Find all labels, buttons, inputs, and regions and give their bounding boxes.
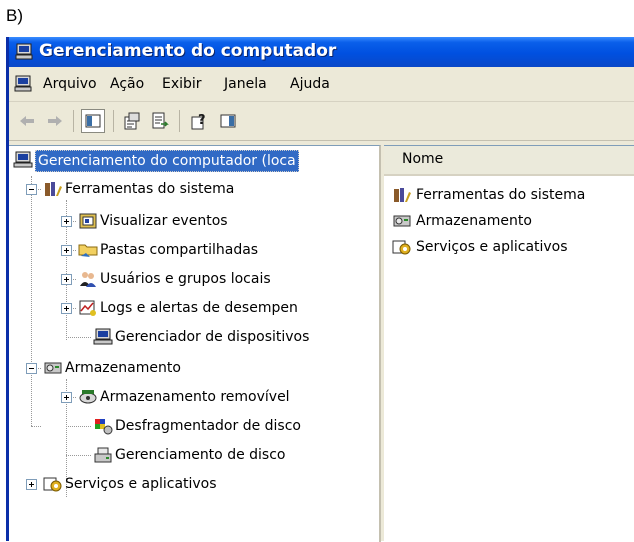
expand-toggle[interactable]: [61, 216, 72, 227]
window-title: Gerenciamento do computador: [39, 41, 337, 61]
computer-icon[interactable]: [14, 75, 32, 93]
tree-item-label: Ferramentas do sistema: [65, 181, 235, 197]
event-viewer-icon: [79, 213, 97, 229]
list-item-label: Serviços e aplicativos: [416, 239, 568, 255]
tree-item-label: Armazenamento: [65, 360, 181, 376]
column-header-name[interactable]: Nome: [384, 146, 634, 176]
shared-folder-icon: [78, 244, 98, 257]
show-hide-action-pane-icon[interactable]: [218, 111, 238, 131]
toolbar-separator: [179, 110, 180, 132]
list-item-label: Ferramentas do sistema: [416, 187, 586, 203]
expand-toggle[interactable]: [61, 303, 72, 314]
services-icon: [392, 240, 411, 255]
collapse-toggle[interactable]: [26, 363, 37, 374]
back-icon[interactable]: [17, 111, 37, 131]
tree-item-label: Gerenciador de dispositivos: [115, 329, 310, 345]
tree-item-label: Logs e alertas de desempen: [100, 300, 298, 316]
toolbar-separator: [113, 110, 114, 132]
tree-item-label: Gerenciamento de disco: [115, 447, 286, 463]
expand-toggle[interactable]: [61, 392, 72, 403]
storage-icon: [393, 215, 411, 227]
tree-item-label: Pastas compartilhadas: [100, 242, 259, 258]
toolbar: ?: [9, 102, 634, 141]
menu-exibir[interactable]: Exibir: [162, 76, 202, 92]
properties-icon[interactable]: [122, 111, 142, 131]
menu-acao[interactable]: Ação: [110, 76, 144, 92]
defragmenter-icon: [95, 419, 113, 435]
collapse-toggle[interactable]: [26, 184, 37, 195]
computer-icon: [15, 43, 33, 60]
computer-icon: [13, 151, 33, 168]
toolbar-separator: [73, 110, 74, 132]
tree-root-label: Gerenciamento do computador (loca: [35, 150, 299, 172]
figure-label: B): [6, 6, 23, 25]
storage-icon: [44, 362, 62, 374]
users-icon: [80, 272, 96, 287]
removable-storage-icon: [79, 390, 97, 404]
menu-arquivo[interactable]: Arquivo: [43, 76, 97, 92]
title-bar[interactable]: Gerenciamento do computador: [9, 37, 634, 67]
services-icon: [43, 477, 62, 492]
export-list-icon[interactable]: [150, 111, 170, 131]
tools-icon: [45, 182, 62, 196]
forward-icon[interactable]: [45, 111, 65, 131]
mmc-window: Gerenciamento do computador Arquivo Ação…: [6, 37, 634, 542]
list-item-label: Armazenamento: [416, 213, 532, 229]
tree-item-label: Armazenamento removível: [100, 389, 290, 405]
tree-item-label: Usuários e grupos locais: [100, 271, 271, 287]
performance-logs-icon: [79, 300, 96, 316]
menu-janela[interactable]: Janela: [224, 76, 267, 92]
result-pane[interactable]: Nome Ferramentas do sistema Armazenament…: [384, 145, 634, 542]
menu-bar: Arquivo Ação Exibir Janela Ajuda: [9, 67, 634, 102]
disk-management-icon: [94, 447, 112, 463]
column-header-label: Nome: [402, 151, 444, 167]
expand-toggle[interactable]: [61, 274, 72, 285]
tools-icon: [394, 188, 411, 202]
show-hide-tree-icon[interactable]: [81, 109, 105, 133]
device-manager-icon: [93, 328, 113, 345]
expand-toggle[interactable]: [61, 245, 72, 256]
menu-ajuda[interactable]: Ajuda: [290, 76, 330, 92]
help-icon[interactable]: ?: [190, 111, 210, 131]
tree-item-label: Serviços e aplicativos: [65, 476, 217, 492]
expand-toggle[interactable]: [26, 479, 37, 490]
tree-item-label: Desfragmentador de disco: [115, 418, 301, 434]
svg-text:?: ?: [198, 113, 206, 128]
tree-item-label: Visualizar eventos: [100, 213, 228, 229]
console-tree[interactable]: Gerenciamento do computador (loca Ferram…: [9, 145, 381, 542]
